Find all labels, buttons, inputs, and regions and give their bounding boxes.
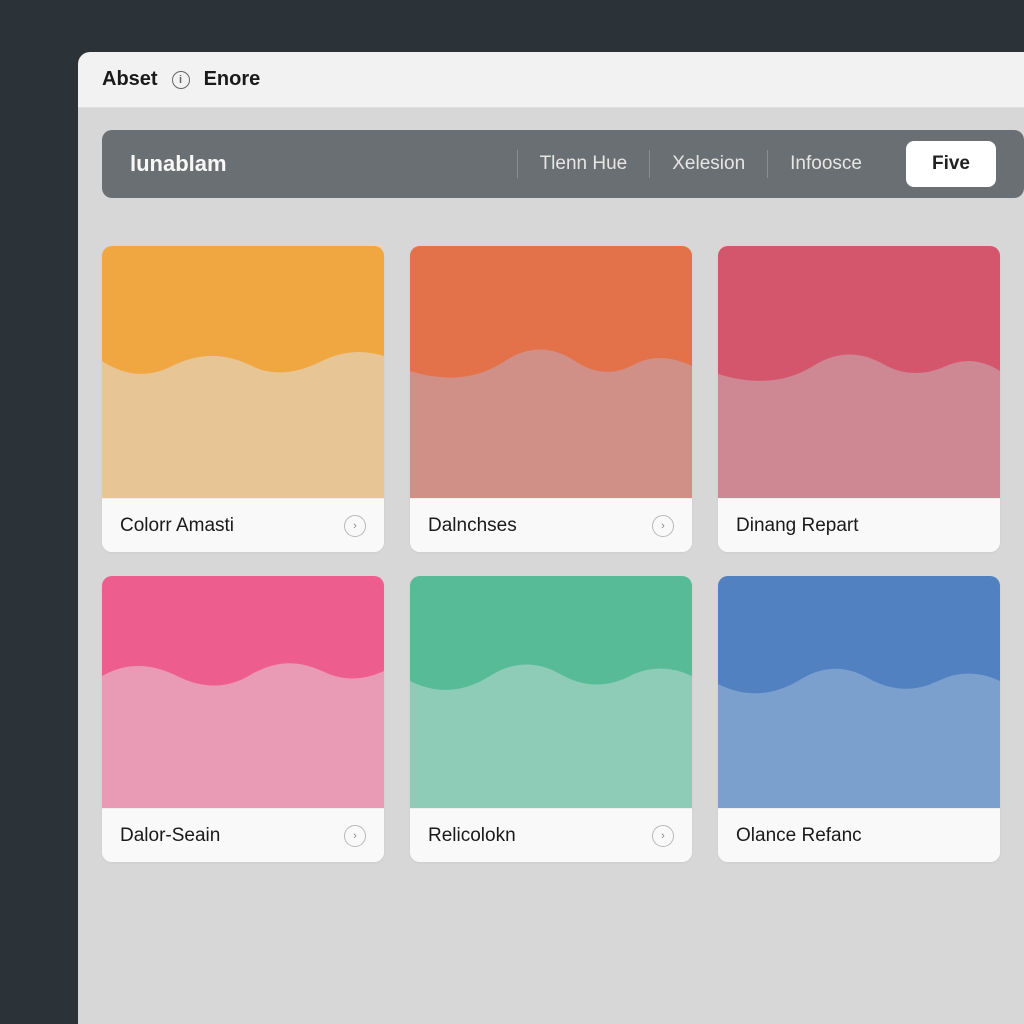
card-footer: Dalor-Seain › bbox=[102, 808, 384, 862]
card-title: Relicolokn bbox=[428, 825, 516, 847]
toolbar: lunablam Tlenn Hue Xelesion Infoosce Fiv… bbox=[102, 130, 1024, 198]
card-footer: Dalnchses › bbox=[410, 498, 692, 552]
card-footer: Relicolokn › bbox=[410, 808, 692, 862]
card-title: Colorr Amasti bbox=[120, 515, 234, 537]
card-preview bbox=[410, 246, 692, 498]
toolbar-brand: lunablam bbox=[130, 151, 517, 177]
card-preview bbox=[102, 246, 384, 498]
card-olance-refanc[interactable]: Olance Refanc bbox=[718, 576, 1000, 862]
card-preview bbox=[718, 246, 1000, 498]
card-title: Dalor-Seain bbox=[120, 825, 220, 847]
card-title: Dinang Repart bbox=[736, 515, 859, 537]
card-footer: Dinang Repart bbox=[718, 498, 1000, 552]
tab-tlenn-hue[interactable]: Tlenn Hue bbox=[518, 153, 650, 175]
card-dinang-repart[interactable]: Dinang Repart bbox=[718, 246, 1000, 552]
titlebar-label-1: Abset bbox=[102, 68, 158, 91]
card-grid: Colorr Amasti › Dalnchses › bbox=[102, 198, 1024, 862]
chevron-right-icon[interactable]: › bbox=[344, 515, 366, 537]
card-relicolokn[interactable]: Relicolokn › bbox=[410, 576, 692, 862]
card-dalnchses[interactable]: Dalnchses › bbox=[410, 246, 692, 552]
card-title: Olance Refanc bbox=[736, 825, 862, 847]
chevron-right-icon[interactable]: › bbox=[344, 825, 366, 847]
chevron-right-icon[interactable]: › bbox=[652, 825, 674, 847]
app-window: Abset i Enore lunablam Tlenn Hue Xelesio… bbox=[78, 52, 1024, 1024]
card-preview bbox=[718, 576, 1000, 808]
chevron-right-icon[interactable]: › bbox=[652, 515, 674, 537]
content-area: lunablam Tlenn Hue Xelesion Infoosce Fiv… bbox=[78, 108, 1024, 1024]
card-footer: Colorr Amasti › bbox=[102, 498, 384, 552]
card-footer: Olance Refanc bbox=[718, 808, 1000, 862]
card-preview bbox=[102, 576, 384, 808]
titlebar-label-2: Enore bbox=[204, 68, 261, 91]
card-title: Dalnchses bbox=[428, 515, 517, 537]
titlebar: Abset i Enore bbox=[78, 52, 1024, 108]
info-icon[interactable]: i bbox=[172, 71, 190, 89]
tab-xelesion[interactable]: Xelesion bbox=[650, 153, 767, 175]
card-preview bbox=[410, 576, 692, 808]
card-dalor-seain[interactable]: Dalor-Seain › bbox=[102, 576, 384, 862]
toolbar-tabs: Tlenn Hue Xelesion Infoosce Five bbox=[517, 141, 996, 187]
tab-button-five[interactable]: Five bbox=[906, 141, 996, 187]
tab-infoosce[interactable]: Infoosce bbox=[768, 153, 884, 175]
card-colorr-amasti[interactable]: Colorr Amasti › bbox=[102, 246, 384, 552]
